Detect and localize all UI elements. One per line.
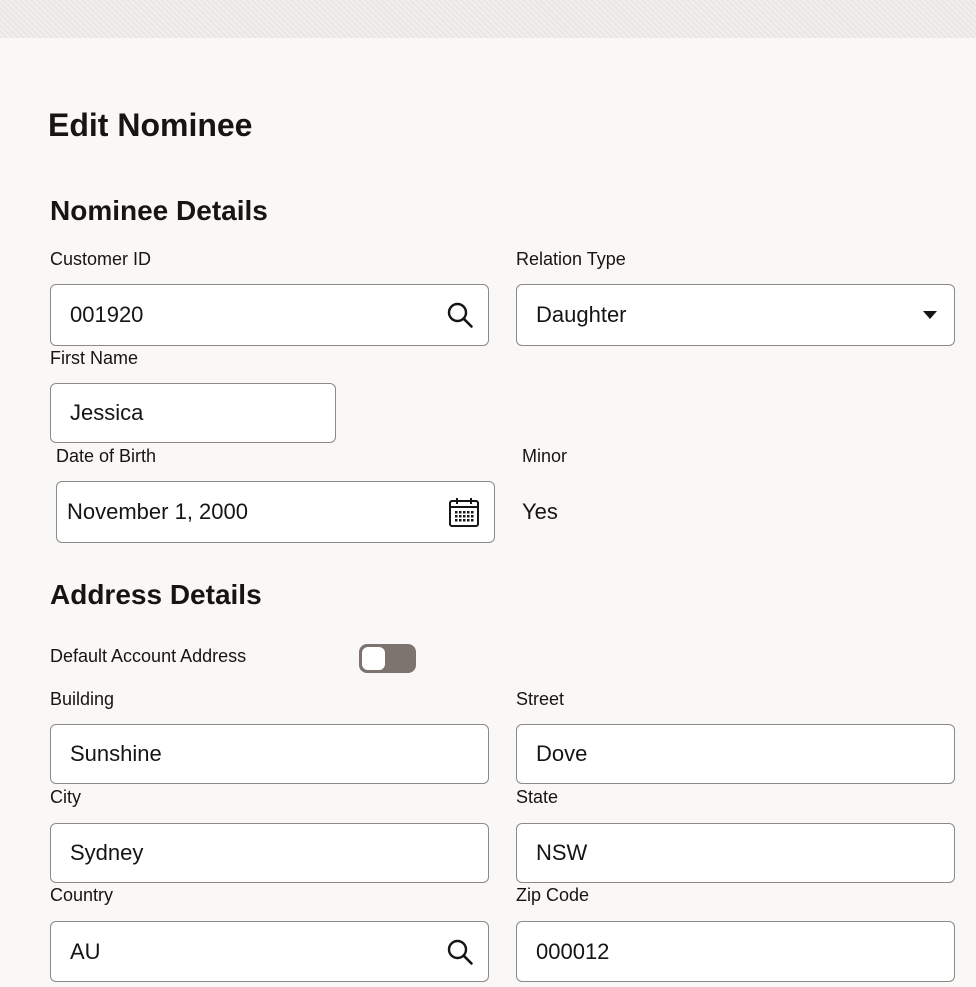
- caret-down-icon[interactable]: [920, 309, 940, 321]
- city-field[interactable]: Sydney: [50, 823, 489, 883]
- country-label: Country: [50, 885, 114, 905]
- zip-code-label: Zip Code: [516, 885, 590, 905]
- country-value: AU: [70, 938, 101, 964]
- nominee-details-heading: Nominee Details: [50, 195, 268, 226]
- building-label: Building: [50, 689, 115, 709]
- search-icon[interactable]: [446, 938, 474, 966]
- address-details-heading: Address Details: [50, 579, 262, 610]
- country-field[interactable]: AU: [50, 921, 489, 982]
- street-value: Dove: [536, 741, 588, 766]
- search-icon[interactable]: [446, 301, 474, 329]
- first-name-label: First Name: [50, 348, 139, 368]
- zip-code-value: 000012: [536, 938, 610, 964]
- state-label: State: [516, 787, 559, 807]
- relation-type-label: Relation Type: [516, 249, 626, 269]
- building-field[interactable]: Sunshine: [50, 724, 489, 784]
- default-account-address-toggle[interactable]: [359, 644, 416, 673]
- top-banner: [0, 0, 976, 38]
- date-of-birth-label: Date of Birth: [56, 446, 157, 466]
- customer-id-label: Customer ID: [50, 249, 152, 269]
- date-of-birth-value: November 1, 2000: [67, 499, 248, 524]
- calendar-icon[interactable]: [448, 496, 480, 528]
- state-value: NSW: [536, 840, 588, 865]
- relation-type-select[interactable]: Daughter: [516, 284, 955, 346]
- city-label: City: [50, 787, 81, 807]
- page-title: Edit Nominee: [48, 107, 253, 143]
- building-value: Sunshine: [70, 741, 162, 766]
- city-value: Sydney: [70, 840, 144, 865]
- customer-id-value: 001920: [70, 302, 144, 327]
- minor-value: Yes: [522, 499, 558, 524]
- toggle-knob: [362, 647, 385, 670]
- relation-type-value: Daughter: [536, 302, 627, 327]
- date-of-birth-field[interactable]: November 1, 2000: [56, 481, 495, 543]
- customer-id-field[interactable]: 001920: [50, 284, 489, 346]
- minor-label: Minor: [522, 446, 568, 466]
- default-account-address-label: Default Account Address: [50, 646, 247, 666]
- first-name-field[interactable]: Jessica: [50, 383, 336, 443]
- zip-code-field[interactable]: 000012: [516, 921, 955, 982]
- state-field[interactable]: NSW: [516, 823, 955, 883]
- first-name-value: Jessica: [70, 400, 144, 425]
- street-label: Street: [516, 689, 565, 709]
- street-field[interactable]: Dove: [516, 724, 955, 784]
